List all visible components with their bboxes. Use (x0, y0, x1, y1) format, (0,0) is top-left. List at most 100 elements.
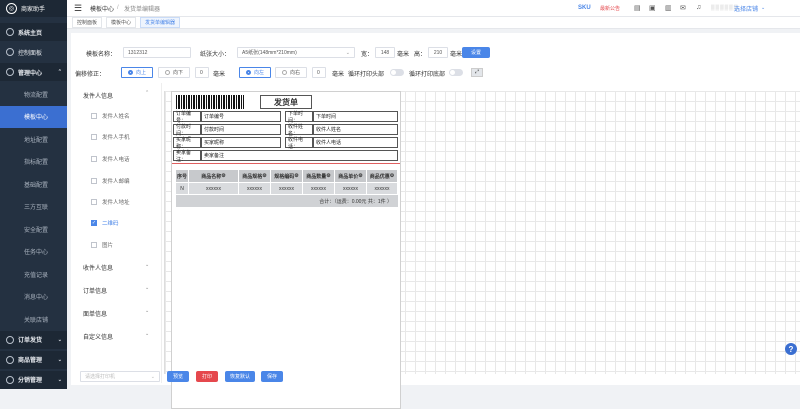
invoice-title[interactable]: 发货单 (260, 95, 312, 109)
sidebar-item[interactable]: 安全配置 (0, 218, 67, 240)
field-qrcode[interactable]: ✓ 二维码 (91, 219, 119, 227)
sidebar-item[interactable]: 消息中心 (0, 286, 67, 308)
checkbox-checked[interactable]: ✓ (91, 220, 97, 226)
paper-size-label: 纸张大小： (200, 52, 231, 58)
checkbox[interactable] (91, 178, 97, 184)
chart-icon[interactable]: ▥ (665, 4, 672, 12)
breadcrumb-root[interactable]: 模板中心 (90, 4, 114, 13)
section-receiver[interactable]: 收件人信息 (83, 263, 113, 272)
sidebar-item[interactable]: 任务中心 (0, 241, 67, 263)
label-seller-note[interactable]: 卖家备注： (173, 150, 201, 163)
settings-icon[interactable]: ⚙ (390, 173, 394, 179)
chevron-down-icon[interactable]: ⌄ (145, 285, 149, 291)
sidebar-item[interactable]: 地址配置 (0, 128, 67, 150)
sidebar-item[interactable]: 订单发货 ⌄ (0, 330, 67, 349)
tab-invoice-editor[interactable]: 发货单编辑器 (140, 17, 181, 28)
sidebar-item[interactable]: 充值记录 (0, 263, 67, 285)
section-custom[interactable]: 自定义信息 (83, 332, 113, 341)
sku-link[interactable]: SKU (578, 5, 591, 11)
field-sender-zip[interactable]: 发件人邮编 (91, 177, 130, 185)
width-input[interactable]: 148 (375, 47, 395, 58)
label-receiver-name[interactable]: 收件姓名： (285, 124, 313, 137)
message-icon[interactable]: ✉ (680, 4, 686, 12)
sidebar-item[interactable]: 系统主页 (0, 23, 67, 41)
label-order-no[interactable]: 订单编号： (173, 111, 201, 124)
value-pay-time[interactable]: 付款时间 (201, 124, 281, 135)
chevron-down-icon[interactable]: ⌄ (761, 5, 765, 11)
vertical-offset-input[interactable]: 0 (195, 67, 209, 78)
sidebar-item[interactable]: 三方互联 (0, 196, 67, 218)
document-icon[interactable]: ▤ (634, 4, 641, 12)
tab-dashboard[interactable]: 控制面板 (72, 17, 103, 28)
horizontal-offset-input[interactable]: 0 (312, 67, 326, 78)
settings-icon[interactable]: ⚙ (358, 173, 362, 179)
field-sender-name[interactable]: 发件人姓名 (91, 112, 130, 120)
chevron-up-icon[interactable]: ⌃ (145, 90, 149, 96)
value-receiver-name[interactable]: 收件人姓名 (313, 124, 398, 135)
chevron-down-icon[interactable]: ⌄ (145, 262, 149, 268)
offset-down-radio[interactable]: 向下 (158, 67, 190, 78)
field-sender-phone[interactable]: 发件人电话 (91, 155, 130, 163)
store-select[interactable]: 选择店铺 (734, 4, 758, 13)
print-button[interactable]: 打印 (196, 371, 218, 382)
menu-icon[interactable]: ☰ (74, 3, 82, 14)
sidebar-item[interactable]: 指标配置 (0, 151, 67, 173)
chevron-down-icon[interactable]: ⌄ (145, 308, 149, 314)
image-icon[interactable]: ▣ (649, 4, 656, 12)
settings-icon[interactable]: ⚙ (294, 173, 298, 179)
help-icon[interactable]: ? (785, 343, 797, 355)
value-order-no[interactable]: 订单编号 (201, 111, 281, 122)
notice-badge[interactable]: 最新公告 (600, 5, 620, 12)
height-input[interactable]: 210 (428, 47, 448, 58)
loop-header-toggle[interactable] (390, 69, 404, 76)
section-waybill[interactable]: 面单信息 (83, 309, 107, 318)
preview-button[interactable]: 预览 (167, 371, 189, 382)
value-seller-note[interactable]: 卖家备注 (201, 150, 398, 161)
value-receiver-phone[interactable]: 收件人电话 (313, 137, 398, 148)
settings-icon[interactable]: ⚙ (326, 173, 330, 179)
sidebar-item[interactable]: 分销管理 ⌄ (0, 370, 67, 389)
sidebar-item[interactable]: 管理中心 ⌃ (0, 63, 67, 81)
bell-icon[interactable]: ♫ (696, 4, 701, 11)
checkbox[interactable] (91, 113, 97, 119)
offset-up-radio[interactable]: 向上 (121, 67, 153, 78)
section-sender[interactable]: 发件人信息 (83, 91, 113, 100)
value-order-time[interactable]: 下单时间 (313, 111, 398, 122)
sidebar-item[interactable]: 物流配置 (0, 83, 67, 105)
sidebar-item[interactable]: 商品管理 ⌄ (0, 350, 67, 369)
field-image[interactable]: 图片 (91, 241, 113, 249)
settings-icon[interactable]: ⚙ (262, 173, 266, 179)
sidebar-item[interactable]: 基础配置 (0, 173, 67, 195)
chevron-down-icon[interactable]: ⌄ (145, 331, 149, 337)
tab-template-center[interactable]: 模板中心 (106, 17, 137, 28)
label-receiver-phone[interactable]: 收件电话： (285, 137, 313, 150)
field-sender-address[interactable]: 发件人地址 (91, 198, 130, 206)
app-logo[interactable]: ◎ 商家助手 (0, 0, 67, 17)
label-pay-time[interactable]: 付款时间： (173, 124, 201, 137)
fullscreen-icon[interactable]: ⤢ (471, 68, 483, 77)
checkbox[interactable] (91, 134, 97, 140)
sidebar-item[interactable]: 关联店铺 (0, 308, 67, 330)
offset-left-radio[interactable]: 向左 (239, 67, 271, 78)
set-button[interactable]: 设置 (462, 47, 490, 58)
field-sender-mobile[interactable]: 发件人手机 (91, 133, 130, 141)
checkbox[interactable] (91, 156, 97, 162)
loop-footer-toggle[interactable] (449, 69, 463, 76)
label-order-time[interactable]: 下单时间： (285, 111, 313, 124)
sidebar-item[interactable]: 控制面板 (0, 43, 67, 61)
checkbox[interactable] (91, 242, 97, 248)
section-order[interactable]: 订单信息 (83, 286, 107, 295)
reset-default-button[interactable]: 恢复默认 (225, 371, 255, 382)
sidebar-item[interactable]: 模板中心 (0, 105, 67, 128)
settings-icon[interactable]: ⚙ (221, 173, 225, 179)
value-buyer-nick[interactable]: 买家昵称 (201, 137, 281, 148)
checkbox[interactable] (91, 199, 97, 205)
barcode[interactable] (176, 95, 244, 109)
label-buyer-nick[interactable]: 买家昵称： (173, 137, 201, 150)
save-button[interactable]: 保存 (261, 371, 283, 382)
offset-right-radio[interactable]: 向右 (275, 67, 307, 78)
template-name-input[interactable]: 1312312 (123, 47, 191, 58)
goods-table[interactable]: 序号 商品名称 ⚙ 商品规格 ⚙ 规格编码 ⚙ 商品数量 ⚙ 商品单价 ⚙ 商品… (176, 170, 398, 208)
paper-size-select[interactable]: A5纸张(148mm*210mm) ⌄ (237, 47, 355, 58)
printer-select[interactable]: 请选择打印机 ⌄ (80, 371, 160, 382)
